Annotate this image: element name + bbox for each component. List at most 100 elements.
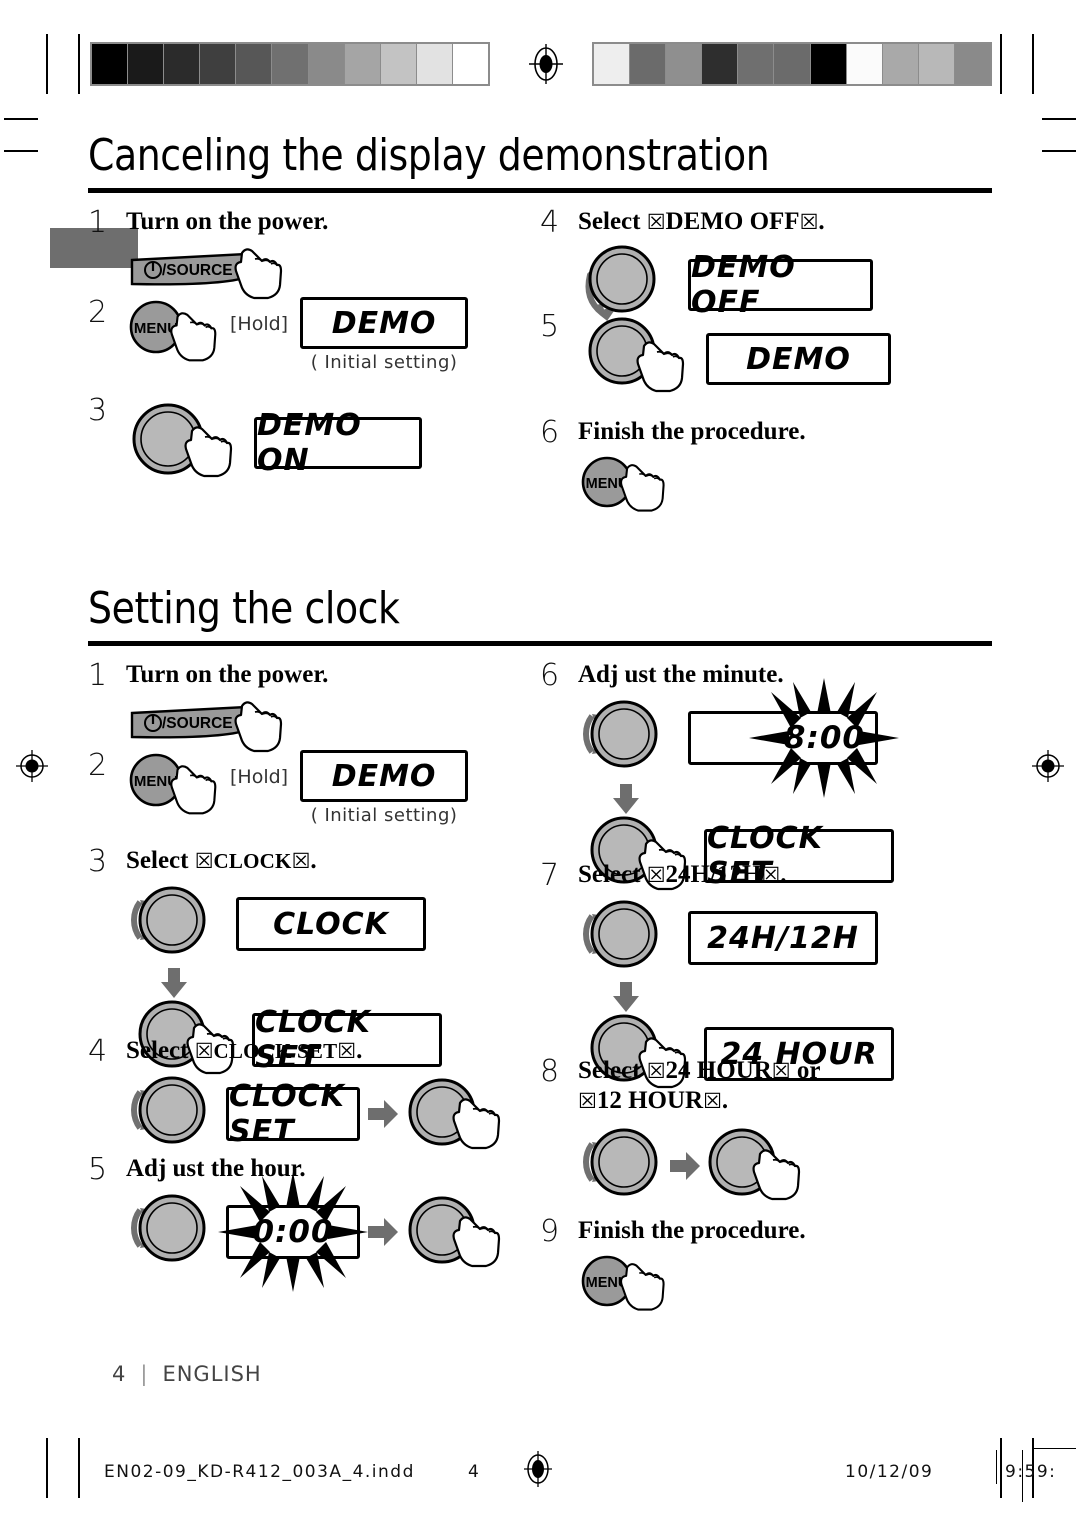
- lcd-display: CLOCK: [236, 897, 426, 951]
- step-text-quoted: 24H/12H: [665, 861, 762, 888]
- calibration-swatch: [882, 44, 919, 84]
- calibration-swatch: [666, 44, 703, 84]
- step-text-suffix: .: [310, 847, 317, 874]
- crop-mark-left-h2: [4, 150, 38, 152]
- control-knob-turn-both[interactable]: [126, 1184, 222, 1280]
- initial-setting-label: ( Initial setting): [310, 352, 458, 373]
- print-filename: EN02-09_KD-R412_003A_4.indd: [104, 1462, 415, 1482]
- section-2-columns: 1 Turn on the power. /SOURCE 2 MENU [Hol…: [88, 660, 992, 1360]
- step-item: 6 Finish the procedure. MENU: [540, 417, 960, 517]
- section-title-canceling-demo: Canceling the display demonstration: [88, 130, 770, 181]
- step-text: Finish the procedure.: [578, 1217, 806, 1244]
- section-title-setting-clock: Setting the clock: [88, 583, 400, 634]
- step-text-prefix: Select: [578, 208, 647, 235]
- step-number: 2: [88, 748, 108, 783]
- step-text-prefix: Select: [126, 847, 195, 874]
- step-item: 4 Select ☒CLOCK SET☒. CLOCK SET: [88, 1036, 508, 1154]
- step-text: Select ☒DEMO OFF☒.: [578, 207, 960, 237]
- step-number: 5: [88, 1152, 108, 1187]
- control-knob-turn-both[interactable]: [578, 890, 674, 986]
- step-text-suffix: .: [818, 208, 825, 235]
- crop-mark-top-left-v2: [78, 34, 80, 94]
- step-item: 9 Finish the procedure. MENU: [540, 1216, 960, 1326]
- step-text-quoted: CLOCK: [213, 849, 292, 873]
- step-text: Select ☒CLOCK SET☒.: [126, 1036, 508, 1066]
- print-divider-2: [1022, 1450, 1023, 1502]
- manual-page: Canceling the display demonstration 1 Tu…: [0, 0, 1080, 1532]
- calibration-swatch: [846, 44, 883, 84]
- step-text: Select ☒24 HOUR☒ or ☒12 HOUR☒.: [578, 1056, 960, 1116]
- quote-open-glyph: ☒: [194, 1039, 214, 1063]
- crop-mark-right-h1: [1042, 118, 1076, 120]
- control-knob-turn-both[interactable]: [126, 876, 222, 972]
- step-figure-row-1: 8:00: [578, 678, 960, 798]
- step-figure: MENU: [578, 1248, 960, 1318]
- step-text-suffix: .: [780, 861, 787, 888]
- lcd-display: 24H/12H: [688, 911, 878, 965]
- quote-open-glyph: ☒: [646, 1059, 666, 1083]
- step-text-suffix: .: [356, 1037, 363, 1064]
- step-text-prefix: Select: [578, 1057, 647, 1084]
- calibration-swatch: [164, 44, 201, 84]
- quote-close-glyph-2: ☒: [703, 1089, 722, 1113]
- control-knob-turn-both[interactable]: [578, 1118, 674, 1214]
- print-page-number: 4: [468, 1462, 481, 1482]
- svg-text:/SOURCE: /SOURCE: [162, 262, 233, 279]
- down-arrow-icon: [126, 968, 222, 998]
- control-knob-turn-both[interactable]: [578, 690, 674, 786]
- footer-page-number: 4: [112, 1362, 127, 1386]
- hold-label: [Hold]: [230, 766, 289, 788]
- lcd-group: DEMO ( Initial setting): [300, 297, 469, 373]
- hand-pointer-icon: [746, 1146, 808, 1208]
- control-knob-turn-both[interactable]: [126, 1066, 222, 1162]
- step-number: 6: [540, 415, 560, 450]
- step-text: Select ☒24H/12H☒.: [578, 860, 960, 890]
- quote-close-glyph: ☒: [799, 210, 819, 234]
- step-number: 6: [540, 658, 560, 693]
- step-text-quoted-2: 12 HOUR: [596, 1087, 704, 1114]
- crop-mark-left-h1: [4, 118, 38, 120]
- step-item: 8 Select ☒24 HOUR☒ or ☒12 HOUR☒.: [540, 1056, 960, 1216]
- step-number: 8: [540, 1054, 560, 1089]
- calibration-swatch: [380, 44, 417, 84]
- initial-setting-label: ( Initial setting): [310, 805, 458, 826]
- page-content: Canceling the display demonstration 1 Tu…: [88, 130, 992, 1420]
- section-2-right-column: 6 Adj ust the minute. 8:00 CLOCK SET 7 S…: [540, 660, 960, 1326]
- section-2-left-column: 1 Turn on the power. /SOURCE 2 MENU [Hol…: [88, 658, 508, 1292]
- step-number: 2: [88, 295, 108, 330]
- step-number: 1: [88, 205, 108, 240]
- step-figure: [578, 1118, 960, 1214]
- lcd-flash-value: 8:00: [783, 720, 865, 756]
- step-text-suffix: .: [721, 1087, 729, 1114]
- calibration-swatch: [128, 44, 165, 84]
- step-text-quoted: CLOCK SET: [213, 1039, 338, 1063]
- step-figure: MENU: [578, 449, 960, 519]
- svg-text:/SOURCE: /SOURCE: [162, 715, 233, 732]
- step-number: 9: [540, 1214, 560, 1249]
- step-figure-row-1: 24H/12H: [578, 890, 960, 986]
- step-text: Select ☒CLOCK☒.: [126, 846, 508, 876]
- calibration-swatch: [918, 44, 955, 84]
- hand-pointer-icon: [164, 309, 224, 369]
- step-item: 4 Select ☒DEMO OFF☒. DEMO OFF: [540, 207, 960, 322]
- step-number: 1: [88, 658, 108, 693]
- crop-mark-right-h2: [1042, 150, 1076, 152]
- calibration-swatch: [452, 44, 489, 84]
- step-number: 5: [540, 309, 560, 344]
- step-number: 7: [540, 858, 560, 893]
- lcd-display: DEMO: [300, 297, 469, 349]
- step-number: 3: [88, 393, 108, 428]
- footer: 4 | ENGLISH: [112, 1362, 262, 1386]
- lcd-display-flashing: 0:00: [217, 1172, 368, 1292]
- crop-mark-top-right-v2: [1032, 34, 1034, 94]
- step-text-quoted: DEMO OFF: [665, 208, 800, 235]
- step-text: Finish the procedure.: [578, 418, 806, 445]
- footer-separator: |: [140, 1362, 149, 1386]
- step-figure: MENU [Hold] DEMO (Initial setting): [126, 297, 508, 373]
- hand-pointer-icon: [614, 1260, 672, 1318]
- calibration-swatch: [92, 44, 129, 84]
- calibration-swatch: [810, 44, 847, 84]
- calibration-swatch: [954, 44, 991, 84]
- step-figure: DEMO ON: [126, 395, 508, 491]
- footer-language: ENGLISH: [162, 1362, 262, 1386]
